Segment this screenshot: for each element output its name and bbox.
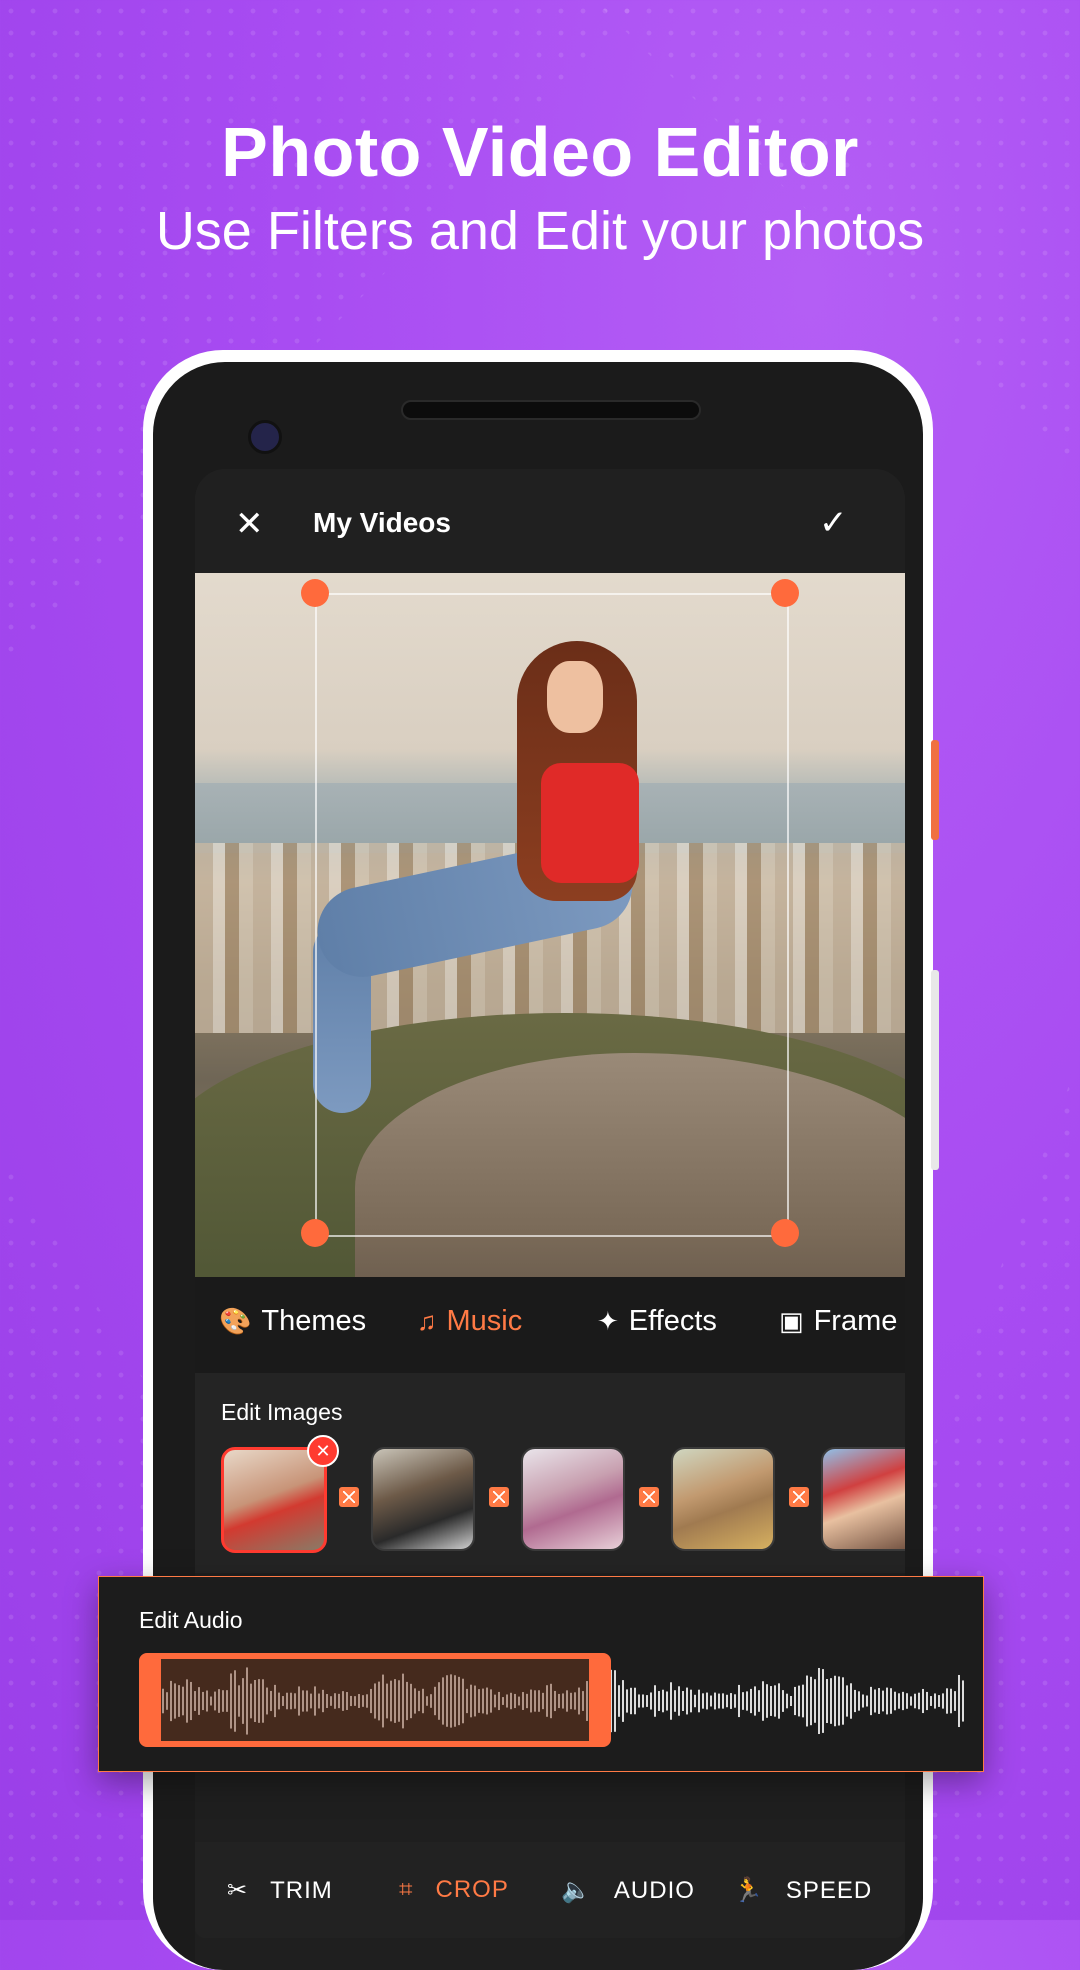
- tab-label: Themes: [261, 1305, 367, 1337]
- transition-icon[interactable]: [639, 1487, 659, 1507]
- tab-music[interactable]: ♫ Music: [417, 1305, 522, 1338]
- tab-themes[interactable]: 🎨 Themes: [219, 1305, 366, 1338]
- phone-speaker: [401, 400, 701, 420]
- tab-frame[interactable]: ▣ Frame: [779, 1305, 897, 1338]
- tab-label: Music: [446, 1305, 523, 1337]
- image-thumbnail[interactable]: [521, 1447, 625, 1551]
- toolbar-label: TRIM: [270, 1877, 333, 1904]
- crop-button[interactable]: ⌗ CROP: [399, 1876, 509, 1904]
- tab-label: Effects: [628, 1305, 717, 1337]
- music-note-icon: ♫: [417, 1306, 437, 1336]
- volume-icon: 🔈: [561, 1877, 592, 1904]
- section-label: Edit Images: [221, 1399, 343, 1425]
- phone-side-button: [931, 740, 939, 840]
- crop-handle-top-left[interactable]: [301, 579, 329, 607]
- running-icon: 🏃: [733, 1877, 764, 1904]
- image-thumbnail[interactable]: [671, 1447, 775, 1551]
- photo-preview[interactable]: [195, 573, 905, 1277]
- editor-tabs: 🎨 Themes ♫ Music ✦ Effects ▣ Frame: [195, 1277, 905, 1373]
- promo-subline: Use Filters and Edit your photos: [155, 201, 925, 261]
- toolbar-label: CROP: [435, 1876, 509, 1903]
- image-thumbnail[interactable]: [221, 1447, 327, 1553]
- front-camera: [248, 420, 282, 454]
- audio-button[interactable]: 🔈 AUDIO: [561, 1876, 695, 1905]
- toolbar-label: AUDIO: [613, 1877, 695, 1904]
- trim-button[interactable]: ✂ TRIM: [227, 1876, 333, 1905]
- crop-handle-bottom-right[interactable]: [771, 1219, 799, 1247]
- transition-icon[interactable]: [339, 1487, 359, 1507]
- crop-handle-bottom-left[interactable]: [301, 1219, 329, 1247]
- section-label: Edit Audio: [139, 1607, 243, 1633]
- frame-icon: ▣: [779, 1306, 804, 1336]
- audio-selection-range[interactable]: [139, 1653, 611, 1747]
- crop-icon: ⌗: [399, 1876, 414, 1903]
- crop-handle-top-right[interactable]: [771, 579, 799, 607]
- magic-wand-icon: ✦: [597, 1306, 619, 1336]
- transition-icon[interactable]: [789, 1487, 809, 1507]
- speed-button[interactable]: 🏃 SPEED: [733, 1876, 872, 1905]
- toolbar-label: SPEED: [785, 1877, 873, 1904]
- close-icon[interactable]: ✕: [235, 507, 264, 541]
- edit-toolbar: ✂ TRIM ⌗ CROP 🔈 AUDIO 🏃 SPEED: [195, 1842, 905, 1938]
- palette-icon: 🎨: [219, 1306, 252, 1336]
- remove-icon[interactable]: ✕: [307, 1435, 339, 1467]
- edit-audio-panel: Edit Audio: [98, 1576, 984, 1772]
- phone-side-button: [931, 970, 939, 1170]
- app-top-bar: ✕ My Videos ✓: [195, 469, 905, 573]
- tab-label: Frame: [813, 1305, 898, 1337]
- crop-frame[interactable]: [315, 593, 789, 1237]
- image-thumbnail[interactable]: [371, 1447, 475, 1551]
- tab-effects[interactable]: ✦ Effects: [597, 1305, 717, 1338]
- promo-headline: Photo Video Editor: [221, 113, 859, 191]
- image-thumbnail[interactable]: [821, 1447, 905, 1551]
- scissors-icon: ✂: [227, 1877, 249, 1904]
- edit-images-section: Edit Images ✕: [195, 1373, 905, 1573]
- page-title: My Videos: [313, 507, 451, 538]
- check-icon[interactable]: ✓: [819, 503, 848, 543]
- transition-icon[interactable]: [489, 1487, 509, 1507]
